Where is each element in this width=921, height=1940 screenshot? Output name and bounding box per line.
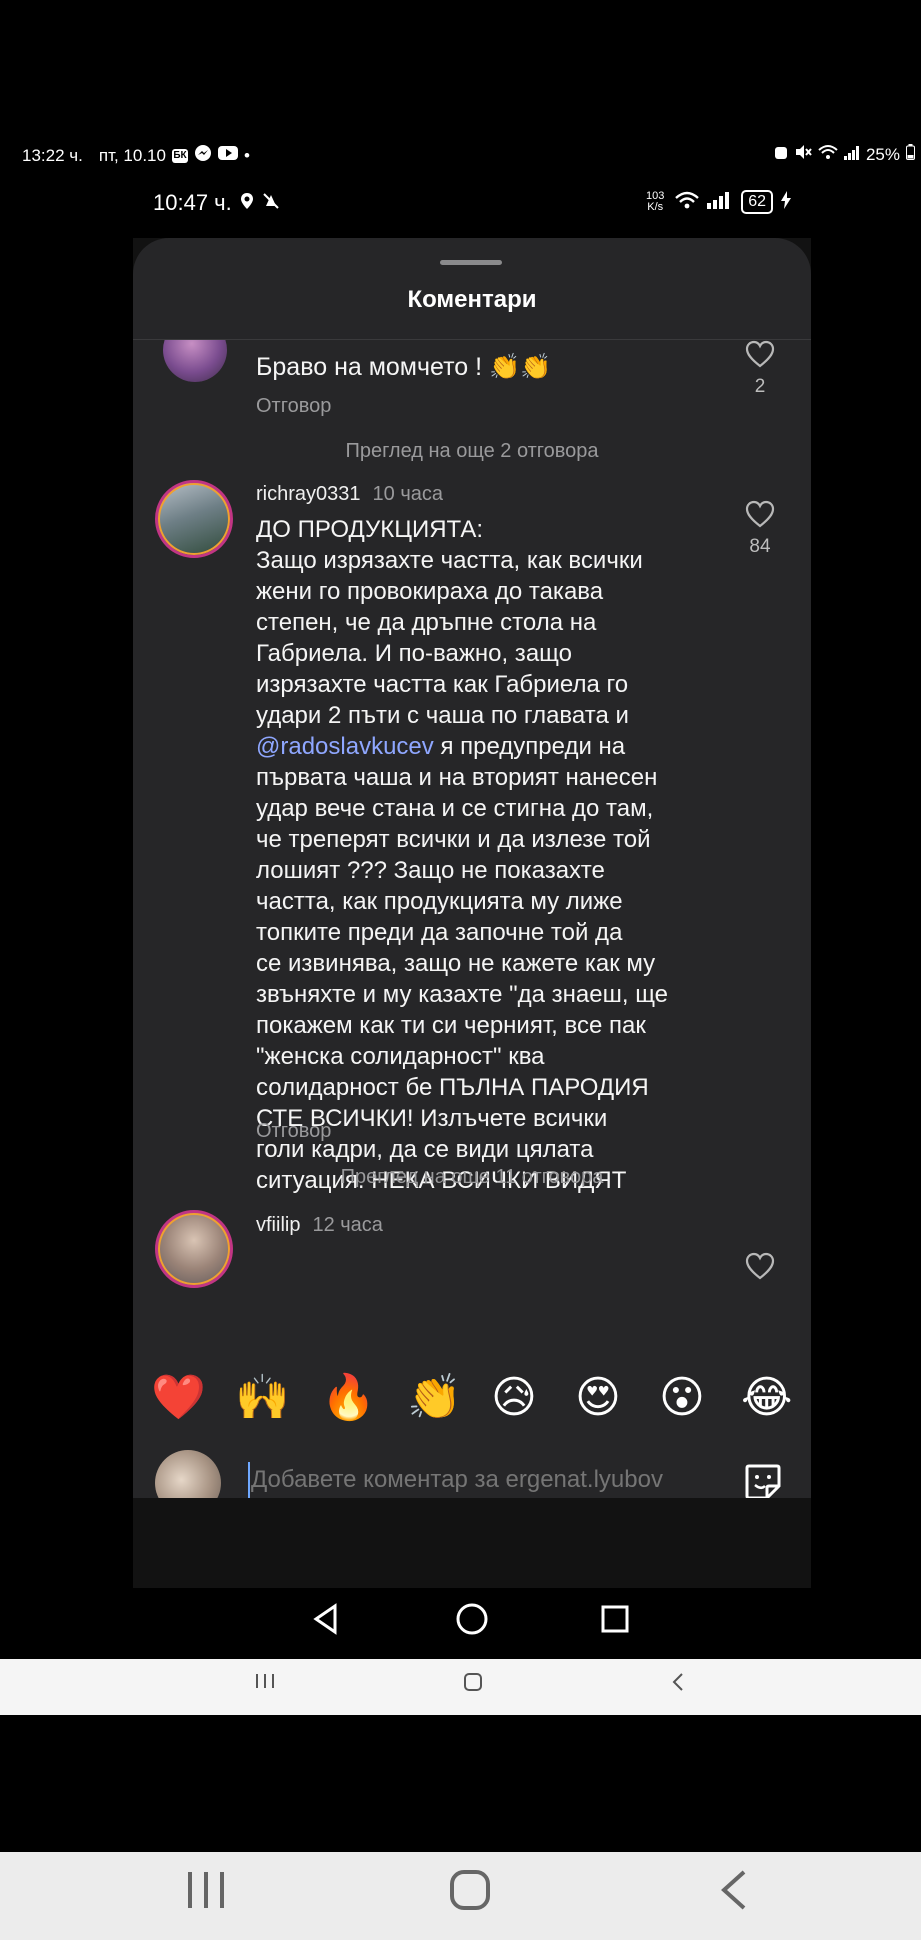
outer-battery-text: 25% — [865, 144, 900, 164]
avatar[interactable] — [163, 340, 227, 382]
emoji-laugh[interactable]: 😂 — [741, 1368, 792, 1428]
heart-outline-icon — [745, 340, 775, 368]
location-icon — [240, 190, 254, 216]
inner-status-left: 10:47 ч. — [153, 190, 280, 216]
view-more-replies[interactable]: Преглед на още 2 отговора — [133, 440, 811, 463]
sticker-icon[interactable] — [743, 1462, 783, 1498]
like-count: 2 — [754, 376, 766, 397]
own-avatar[interactable] — [155, 1450, 221, 1498]
avatar[interactable] — [155, 480, 233, 558]
username[interactable]: vfiilip — [256, 1214, 300, 1236]
outer-bottom-nav-bar — [0, 1852, 921, 1940]
charging-icon — [781, 190, 791, 214]
youtube-icon — [217, 145, 238, 166]
home-square-icon[interactable] — [462, 1671, 484, 1699]
comment-header: richray0331 10 часа — [256, 483, 443, 506]
outer-date: пт, 10.10 — [98, 145, 166, 165]
text-caret — [248, 1462, 250, 1498]
back-chevron-icon[interactable] — [670, 1671, 686, 1699]
reply-button[interactable]: Отговор — [256, 1120, 331, 1143]
outer-status-bar: 13:22 ч. пт, 10.10 БК • 25% — [0, 138, 921, 172]
wifi-icon — [818, 144, 838, 165]
comment-text-part: ДО ПРОДУКЦИЯТА: Защо изрязахте частта, к… — [256, 516, 643, 729]
battery-icon — [906, 144, 915, 165]
comment-input-row — [133, 1444, 811, 1498]
recents-lines-icon[interactable] — [186, 1868, 226, 1917]
username[interactable]: richray0331 — [256, 483, 361, 505]
mention-link[interactable]: @radoslavkucev — [256, 733, 434, 760]
home-circle-icon[interactable] — [455, 1602, 489, 1641]
comment-time: 12 часа — [312, 1214, 383, 1236]
net-speed: 103 K/s — [646, 190, 665, 213]
comments-sheet: Коментари Браво на момчето ! 👏👏 Отговор … — [133, 238, 811, 1498]
like-button[interactable]: 84 — [740, 500, 780, 558]
inner-status-bar: 10:47 ч. 103 K/s 62 — [133, 168, 811, 238]
heart-outline-icon — [745, 1252, 775, 1280]
comments-list[interactable]: Браво на момчето ! 👏👏 Отговор 2 Преглед … — [133, 340, 811, 1364]
emoji-clap[interactable]: 👏 — [407, 1368, 462, 1428]
sheet-drag-handle[interactable] — [440, 260, 502, 265]
alarm-icon — [774, 144, 788, 165]
like-button[interactable] — [740, 1252, 780, 1280]
emoji-sad[interactable]: 😥 — [491, 1368, 537, 1428]
view-more-replies[interactable]: Преглед на още 11 отговора — [133, 1166, 811, 1189]
do-not-disturb-icon — [262, 190, 280, 216]
comment-input[interactable] — [251, 1458, 731, 1498]
emoji-raised-hands[interactable]: 🙌 — [235, 1368, 290, 1428]
mute-icon — [794, 144, 812, 165]
emoji-fire[interactable]: 🔥 — [321, 1368, 376, 1428]
back-chevron-icon[interactable] — [718, 1868, 750, 1917]
recents-square-icon[interactable] — [600, 1602, 630, 1641]
signal-icon — [843, 145, 860, 165]
comment-text: ДО ПРОДУКЦИЯТА: Защо изрязахте частта, к… — [256, 514, 726, 1196]
inner-status-right: 103 K/s 62 — [643, 190, 791, 214]
inner-screenshot: 10:47 ч. 103 K/s 62 Коментари Браво на м… — [133, 168, 811, 1659]
inner-navigation-bar — [133, 1588, 811, 1659]
heart-outline-icon — [745, 500, 775, 528]
messenger-icon — [194, 144, 212, 167]
like-button[interactable]: 2 — [740, 340, 780, 398]
inner-signal-icon — [707, 191, 733, 214]
reply-button[interactable]: Отговор — [256, 395, 331, 418]
outer-light-nav-bar — [0, 1659, 921, 1715]
emoji-heart[interactable]: ❤️ — [151, 1368, 206, 1428]
news-app-icon: БК — [171, 148, 188, 163]
recents-lines-icon[interactable] — [254, 1671, 276, 1697]
comment-text: Браво на момчето ! 👏👏 — [256, 353, 552, 381]
comment-time: 10 часа — [372, 483, 443, 505]
back-triangle-icon[interactable] — [311, 1602, 341, 1641]
home-square-icon[interactable] — [448, 1868, 492, 1917]
emoji-heart-eyes[interactable]: 😍 — [575, 1368, 621, 1428]
sheet-title: Коментари — [407, 286, 537, 313]
outer-status-right: 25% — [774, 144, 915, 165]
like-count: 84 — [749, 536, 771, 557]
avatar[interactable] — [155, 1210, 233, 1288]
outer-clock: 13:22 ч. — [22, 145, 83, 165]
outer-status-left: 13:22 ч. пт, 10.10 БК • — [22, 144, 250, 167]
emoji-surprised[interactable]: 😮 — [659, 1368, 705, 1428]
inner-battery: 62 — [741, 190, 773, 214]
notification-dot-icon: • — [243, 145, 250, 165]
inner-wifi-icon — [675, 191, 700, 214]
inner-clock: 10:47 ч. — [153, 190, 232, 215]
comment-header: vfiilip 12 часа — [256, 1214, 383, 1237]
emoji-quick-bar: ❤️ 🙌 🔥 👏 😥 😍 😮 😂 — [133, 1368, 811, 1434]
